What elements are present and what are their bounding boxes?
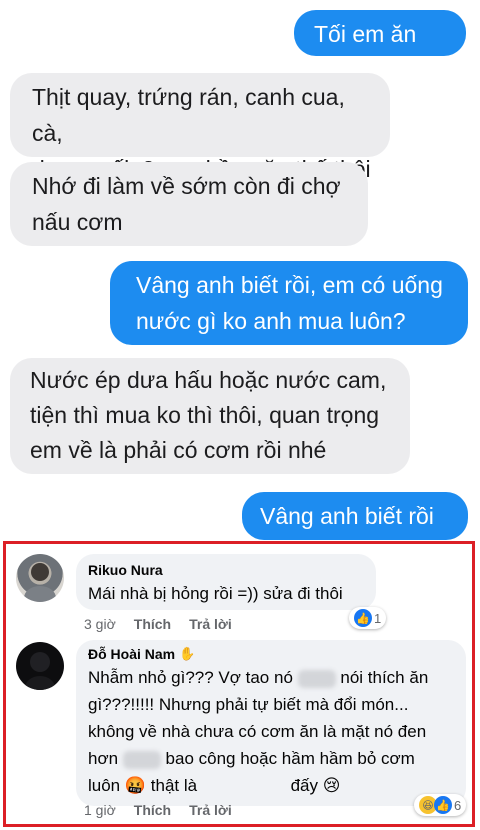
- message-bubble-outgoing[interactable]: Vâng anh biết rồi, em có uống nước gì ko…: [110, 261, 468, 345]
- comments-section-highlighted: Rikuo Nura Mái nhà bị hỏng rồi =)) sửa đ…: [3, 541, 475, 827]
- message-bubble-outgoing[interactable]: Tối em ăn gì?: [294, 10, 466, 83]
- message-bubble-incoming[interactable]: Nước ép dưa hấu hoặc nước cam, tiện thì …: [10, 358, 410, 474]
- blurred-word: [297, 669, 336, 688]
- comment-time[interactable]: 1 giờ: [84, 802, 116, 818]
- like-icon: 👍: [354, 609, 372, 627]
- message-bubble-incoming[interactable]: Nhớ đi làm về sớm còn đi chợ nấu cơm: [10, 162, 368, 246]
- user-photo-icon: [24, 563, 56, 602]
- comment-bubble: Đỗ Hoài Nam ✋ Nhẫm nhỏ gì??? Vợ tao nó n…: [76, 640, 466, 806]
- message-bubble-outgoing[interactable]: Vâng anh biết rồi ạ: [242, 492, 468, 565]
- reply-button[interactable]: Trả lời: [189, 616, 232, 632]
- comment-actions: 3 giờ Thích Trả lời: [84, 616, 232, 632]
- chat-thread: Tối em ăn gì? Thịt quay, trứng rán, canh…: [0, 0, 480, 565]
- message-text: Nhớ đi làm về sớm còn đi chợ nấu cơm: [32, 173, 341, 235]
- like-button[interactable]: Thích: [134, 616, 171, 632]
- comment-text-part: đấy: [290, 776, 318, 795]
- blurred-word: [122, 750, 161, 769]
- reaction-summary[interactable]: 👍 1: [349, 607, 387, 629]
- commenter-name-text: Đỗ Hoài Nam: [88, 646, 176, 662]
- wave-hand-icon: ✋: [179, 646, 196, 661]
- user-photo-icon: [25, 652, 55, 690]
- avatar[interactable]: [16, 554, 64, 602]
- avatar[interactable]: [16, 642, 64, 690]
- commenter-name[interactable]: Rikuo Nura: [88, 562, 364, 578]
- comment-text-part: thật là: [150, 776, 198, 795]
- comment-actions: 1 giờ Thích Trả lời: [84, 802, 232, 818]
- comment-text: Nhẫm nhỏ gì??? Vợ tao nó nói thích ăn gì…: [88, 664, 454, 799]
- commenter-name[interactable]: Đỗ Hoài Nam ✋: [88, 646, 454, 662]
- reaction-summary[interactable]: 😆 👍 6: [414, 794, 467, 816]
- comment-bubble: Rikuo Nura Mái nhà bị hỏng rồi =)) sửa đ…: [76, 554, 376, 610]
- like-button[interactable]: Thích: [134, 802, 171, 818]
- message-text: Nước ép dưa hấu hoặc nước cam, tiện thì …: [30, 367, 387, 463]
- reply-button[interactable]: Trả lời: [189, 802, 232, 818]
- message-text: Vâng anh biết rồi, em có uống nước gì ko…: [136, 272, 443, 334]
- reaction-count: 1: [374, 610, 382, 626]
- comment-text: Mái nhà bị hỏng rồi =)) sửa đi thôi: [88, 584, 343, 603]
- reaction-count: 6: [454, 797, 462, 813]
- message-bubble-incoming[interactable]: Thịt quay, trứng rán, canh cua, cà, dưa …: [10, 73, 390, 182]
- angry-emoji-icon: 🤬: [124, 776, 147, 795]
- crying-emoji-icon: 😢: [322, 776, 341, 795]
- like-icon: 👍: [434, 796, 452, 814]
- comment-time[interactable]: 3 giờ: [84, 616, 116, 632]
- comment-text-part: Nhẫm nhỏ gì??? Vợ tao nó: [88, 668, 293, 687]
